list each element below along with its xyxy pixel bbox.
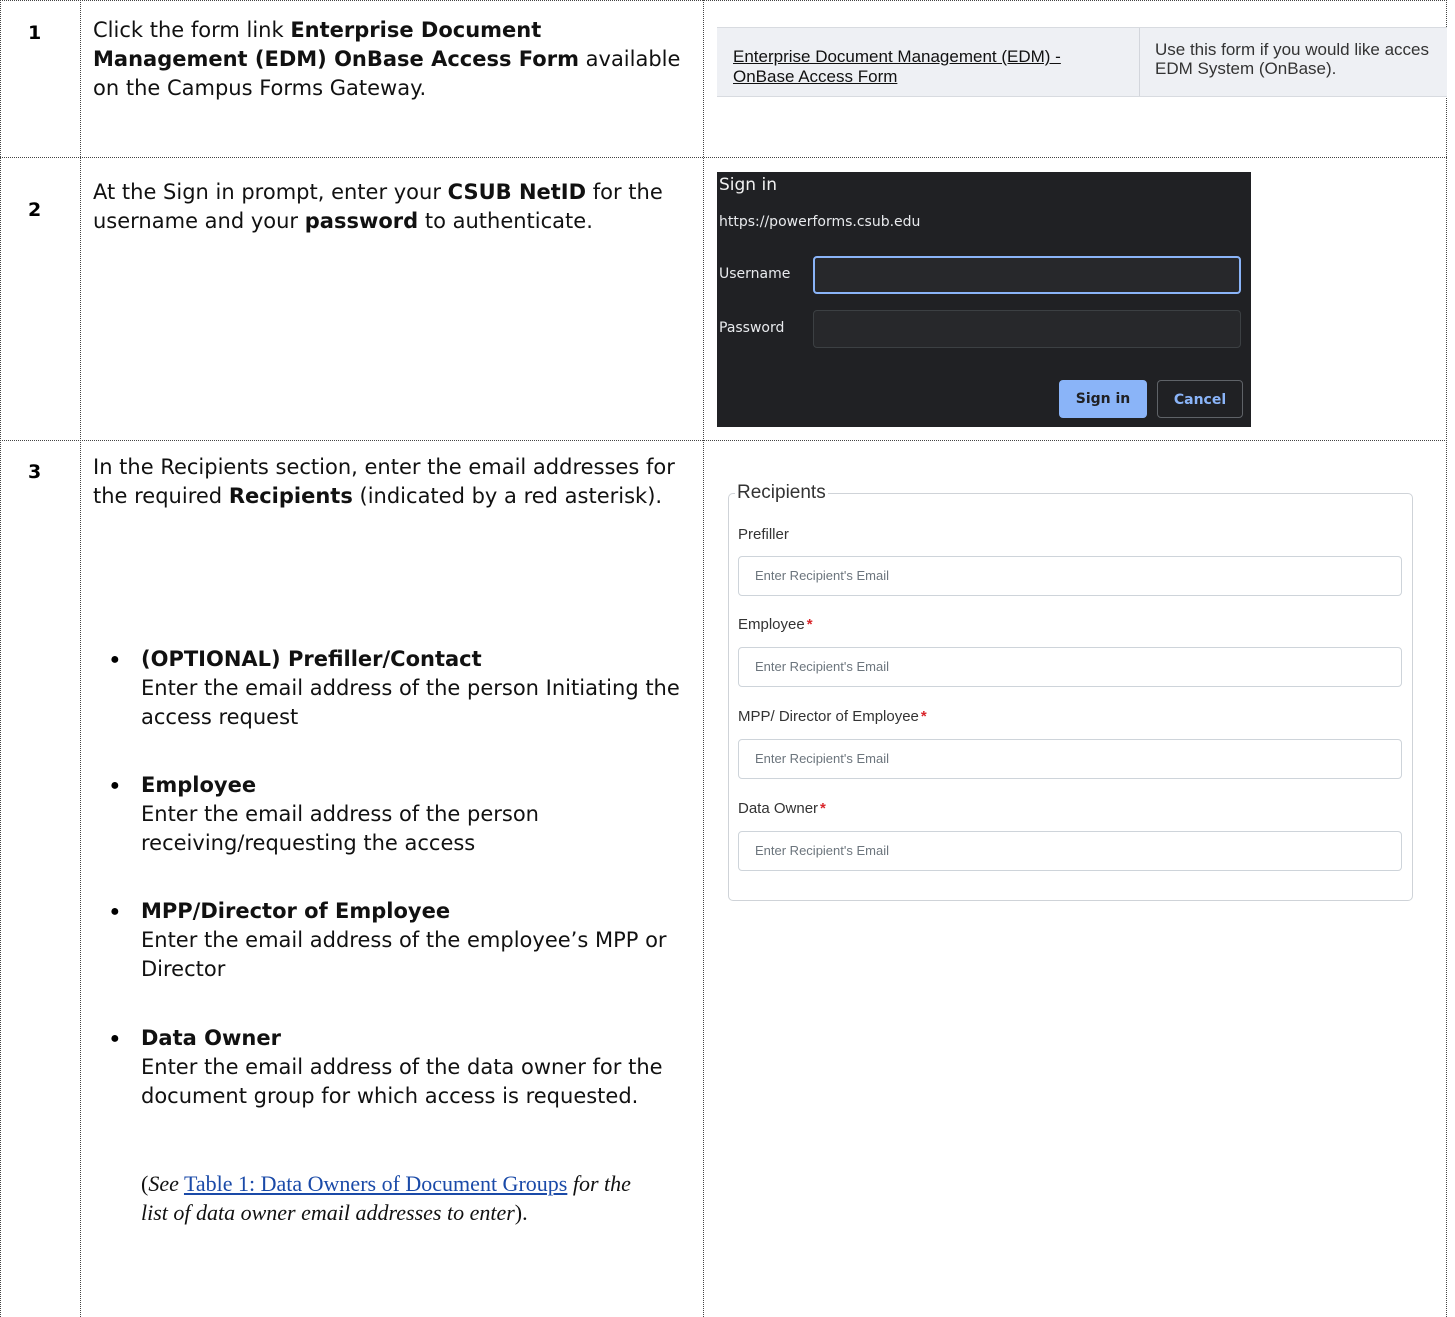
table-border-number-col — [80, 0, 81, 1317]
sign-in-dialog: Sign in https://powerforms.csub.edu User… — [717, 172, 1251, 427]
row-divider-2 — [0, 440, 1447, 441]
bullet-prefiller: (OPTIONAL) Prefiller/Contact Enter the e… — [141, 647, 680, 729]
bullet-dot-icon: ● — [110, 903, 120, 920]
bullet-dot-icon: ● — [110, 651, 120, 668]
data-owner-email-input[interactable]: Enter Recipient's Email — [738, 831, 1402, 871]
prefiller-label: Prefiller — [738, 526, 789, 543]
row-divider-1 — [0, 157, 1447, 158]
recipients-panel: Recipients Prefiller Enter Recipient's E… — [728, 482, 1413, 901]
step-number: 1 — [28, 22, 42, 44]
table-border-right — [1446, 0, 1447, 1317]
employee-email-input[interactable]: Enter Recipient's Email — [738, 647, 1402, 687]
step-number: 2 — [28, 199, 42, 221]
data-owner-label: Data Owner * — [738, 800, 826, 817]
column-divider — [1139, 28, 1140, 96]
bullet-mpp-director: MPP/Director of Employee Enter the email… — [141, 899, 667, 981]
step-1-instructions: Click the form link Enterprise Document … — [93, 18, 681, 100]
mpp-director-email-input[interactable]: Enter Recipient's Email — [738, 739, 1402, 779]
table-border-mid-col — [703, 0, 704, 1317]
sign-in-button[interactable]: Sign in — [1059, 380, 1147, 418]
recipients-legend: Recipients — [735, 482, 828, 504]
employee-label: Employee * — [738, 616, 813, 633]
mpp-director-label: MPP/ Director of Employee * — [738, 708, 927, 725]
step-3-intro: In the Recipients section, enter the ema… — [93, 455, 675, 508]
required-asterisk-icon: * — [820, 800, 826, 817]
bullet-dot-icon: ● — [110, 1030, 120, 1047]
username-input[interactable] — [813, 256, 1241, 294]
data-owners-table-link[interactable]: Table 1: Data Owners of Document Groups — [184, 1171, 567, 1196]
username-label: Username — [719, 266, 791, 282]
table-border-left — [0, 0, 1, 1317]
table-border-top — [0, 0, 1447, 1]
forms-gateway-screenshot: Enterprise Document Management (EDM) - O… — [717, 27, 1447, 97]
step-2-instructions: At the Sign in prompt, enter your CSUB N… — [93, 180, 663, 233]
data-owners-note: (See Table 1: Data Owners of Document Gr… — [141, 1171, 631, 1225]
cancel-button[interactable]: Cancel — [1157, 380, 1243, 418]
form-description: Use this form if you would like acces ED… — [1155, 40, 1429, 78]
password-input[interactable] — [813, 310, 1241, 348]
password-label: Password — [719, 320, 785, 336]
dialog-url: https://powerforms.csub.edu — [719, 214, 921, 230]
required-asterisk-icon: * — [806, 616, 813, 633]
dialog-title: Sign in — [719, 175, 777, 195]
bullet-data-owner: Data Owner Enter the email address of th… — [141, 1026, 663, 1108]
required-asterisk-icon: * — [920, 708, 927, 725]
step-number: 3 — [28, 461, 42, 483]
prefiller-email-input[interactable]: Enter Recipient's Email — [738, 556, 1402, 596]
bullet-employee: Employee Enter the email address of the … — [141, 773, 539, 855]
edm-form-link[interactable]: Enterprise Document Management (EDM) - O… — [733, 47, 1123, 87]
bullet-dot-icon: ● — [110, 777, 120, 794]
